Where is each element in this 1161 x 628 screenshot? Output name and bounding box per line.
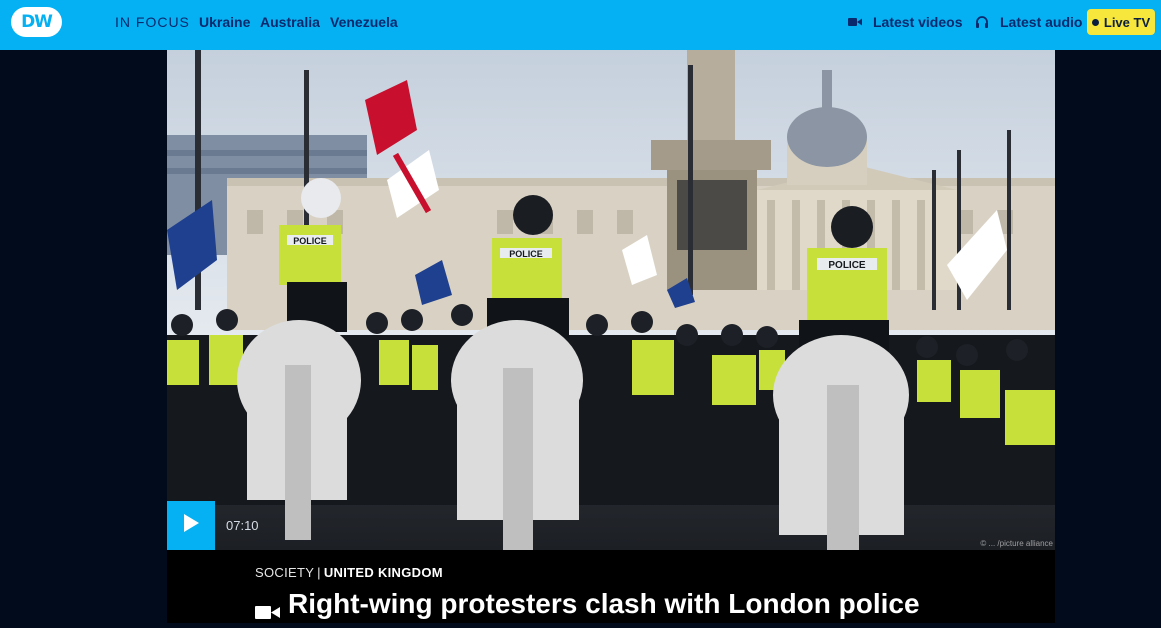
category-link[interactable]: SOCIETY bbox=[255, 565, 314, 580]
article-caption: SOCIETY | UNITED KINGDOM Right-wing protes… bbox=[167, 550, 1055, 623]
hero-scene: POLICE POLICE POLICE bbox=[167, 50, 1055, 550]
article-kicker: SOCIETY | UNITED KINGDOM bbox=[255, 565, 443, 580]
police-label-right: POLICE bbox=[828, 260, 866, 271]
hero-video-thumbnail[interactable]: POLICE POLICE POLICE bbox=[167, 50, 1055, 550]
live-tv-label: Live TV bbox=[1103, 14, 1151, 30]
live-tv-button[interactable]: Live TV bbox=[1087, 9, 1155, 35]
focus-link-australia[interactable]: Australia bbox=[260, 14, 320, 30]
video-camera-icon bbox=[255, 596, 280, 619]
latest-audio-label: Latest audio bbox=[1000, 14, 1083, 30]
focus-link-ukraine[interactable]: Ukraine bbox=[199, 14, 250, 30]
image-credit: © ... /picture alliance bbox=[980, 539, 1053, 548]
video-duration: 07:10 bbox=[226, 518, 259, 533]
live-dot-icon bbox=[1091, 18, 1099, 26]
site-header: DW IN FOCUS Ukraine Australia Venezuela … bbox=[0, 0, 1161, 50]
kicker-separator: | bbox=[317, 565, 321, 580]
police-label-left: POLICE bbox=[293, 236, 327, 246]
latest-audio-link[interactable]: Latest audio bbox=[975, 14, 1082, 30]
headline-text: Right-wing protesters clash with London … bbox=[288, 588, 920, 619]
in-focus-label: IN FOCUS bbox=[115, 14, 190, 30]
latest-videos-label: Latest videos bbox=[873, 14, 963, 30]
police-label-centre: POLICE bbox=[509, 249, 543, 259]
headphones-icon bbox=[975, 15, 989, 29]
latest-videos-link[interactable]: Latest videos bbox=[848, 14, 962, 30]
video-camera-icon bbox=[848, 15, 862, 29]
dw-logo[interactable]: DW bbox=[11, 7, 62, 37]
article-headline[interactable]: Right-wing protesters clash with London … bbox=[255, 588, 920, 620]
subcategory-link[interactable]: UNITED KINGDOM bbox=[324, 565, 443, 580]
focus-link-venezuela[interactable]: Venezuela bbox=[330, 14, 398, 30]
play-button[interactable] bbox=[167, 501, 215, 550]
play-icon bbox=[182, 513, 200, 538]
